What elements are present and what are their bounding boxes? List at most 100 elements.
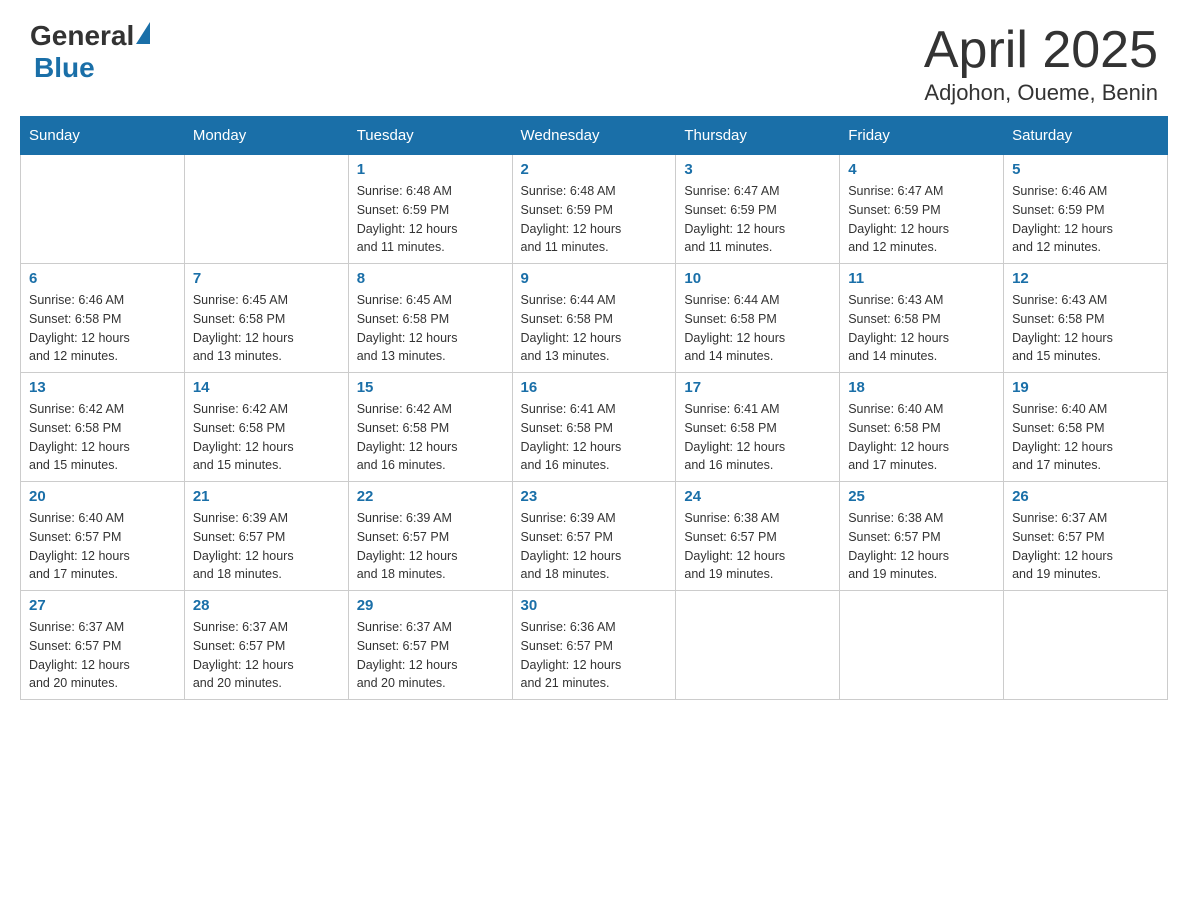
day-info: Sunrise: 6:38 AM Sunset: 6:57 PM Dayligh…	[848, 509, 995, 584]
weekday-header-tuesday: Tuesday	[348, 117, 512, 155]
day-number: 25	[848, 488, 995, 505]
calendar-week-5: 27 Sunrise: 6:37 AM Sunset: 6:57 PM Dayli…	[21, 591, 1168, 700]
day-info: Sunrise: 6:39 AM Sunset: 6:57 PM Dayligh…	[357, 509, 504, 584]
calendar-table: SundayMondayTuesdayWednesdayThursdayFrid…	[20, 116, 1168, 700]
calendar-cell	[21, 155, 185, 264]
calendar-cell: 1 Sunrise: 6:48 AM Sunset: 6:59 PM Daylig…	[348, 155, 512, 264]
day-number: 28	[193, 597, 340, 614]
logo: General Blue	[30, 20, 150, 84]
day-info: Sunrise: 6:39 AM Sunset: 6:57 PM Dayligh…	[521, 509, 668, 584]
calendar-week-4: 20 Sunrise: 6:40 AM Sunset: 6:57 PM Dayli…	[21, 482, 1168, 591]
weekday-header-wednesday: Wednesday	[512, 117, 676, 155]
day-number: 10	[684, 270, 831, 287]
calendar-cell: 21 Sunrise: 6:39 AM Sunset: 6:57 PM Dayli…	[184, 482, 348, 591]
day-info: Sunrise: 6:39 AM Sunset: 6:57 PM Dayligh…	[193, 509, 340, 584]
calendar-cell: 10 Sunrise: 6:44 AM Sunset: 6:58 PM Dayli…	[676, 264, 840, 373]
day-number: 30	[521, 597, 668, 614]
day-number: 19	[1012, 379, 1159, 396]
calendar-cell: 9 Sunrise: 6:44 AM Sunset: 6:58 PM Daylig…	[512, 264, 676, 373]
day-info: Sunrise: 6:48 AM Sunset: 6:59 PM Dayligh…	[357, 182, 504, 257]
day-info: Sunrise: 6:45 AM Sunset: 6:58 PM Dayligh…	[193, 291, 340, 366]
calendar-cell	[1004, 591, 1168, 700]
day-number: 13	[29, 379, 176, 396]
calendar-cell: 22 Sunrise: 6:39 AM Sunset: 6:57 PM Dayli…	[348, 482, 512, 591]
calendar-cell: 13 Sunrise: 6:42 AM Sunset: 6:58 PM Dayli…	[21, 373, 185, 482]
day-number: 8	[357, 270, 504, 287]
weekday-header-saturday: Saturday	[1004, 117, 1168, 155]
day-info: Sunrise: 6:42 AM Sunset: 6:58 PM Dayligh…	[357, 400, 504, 475]
day-number: 23	[521, 488, 668, 505]
day-info: Sunrise: 6:46 AM Sunset: 6:59 PM Dayligh…	[1012, 182, 1159, 257]
calendar-cell: 6 Sunrise: 6:46 AM Sunset: 6:58 PM Daylig…	[21, 264, 185, 373]
day-info: Sunrise: 6:40 AM Sunset: 6:58 PM Dayligh…	[848, 400, 995, 475]
day-info: Sunrise: 6:44 AM Sunset: 6:58 PM Dayligh…	[521, 291, 668, 366]
calendar-cell: 4 Sunrise: 6:47 AM Sunset: 6:59 PM Daylig…	[840, 155, 1004, 264]
day-number: 1	[357, 161, 504, 178]
day-number: 26	[1012, 488, 1159, 505]
day-info: Sunrise: 6:40 AM Sunset: 6:58 PM Dayligh…	[1012, 400, 1159, 475]
logo-blue-text: Blue	[34, 52, 150, 84]
location-title: Adjohon, Oueme, Benin	[924, 80, 1158, 106]
calendar-cell: 11 Sunrise: 6:43 AM Sunset: 6:58 PM Dayli…	[840, 264, 1004, 373]
day-info: Sunrise: 6:40 AM Sunset: 6:57 PM Dayligh…	[29, 509, 176, 584]
day-number: 29	[357, 597, 504, 614]
calendar-cell: 15 Sunrise: 6:42 AM Sunset: 6:58 PM Dayli…	[348, 373, 512, 482]
calendar-week-1: 1 Sunrise: 6:48 AM Sunset: 6:59 PM Daylig…	[21, 155, 1168, 264]
day-number: 4	[848, 161, 995, 178]
calendar-cell: 24 Sunrise: 6:38 AM Sunset: 6:57 PM Dayli…	[676, 482, 840, 591]
calendar-cell	[840, 591, 1004, 700]
calendar-cell: 18 Sunrise: 6:40 AM Sunset: 6:58 PM Dayli…	[840, 373, 1004, 482]
calendar-cell: 28Sunrise: 6:37 AM Sunset: 6:57 PM Dayli…	[184, 591, 348, 700]
month-year-title: April 2025	[924, 20, 1158, 80]
calendar-cell: 17 Sunrise: 6:41 AM Sunset: 6:58 PM Dayli…	[676, 373, 840, 482]
day-number: 7	[193, 270, 340, 287]
logo-triangle-icon	[136, 22, 150, 44]
day-info: Sunrise: 6:37 AM Sunset: 6:57 PM Dayligh…	[29, 618, 176, 693]
day-info: Sunrise: 6:37 AM Sunset: 6:57 PM Dayligh…	[357, 618, 504, 693]
calendar-cell: 19 Sunrise: 6:40 AM Sunset: 6:58 PM Dayli…	[1004, 373, 1168, 482]
day-info: Sunrise: 6:47 AM Sunset: 6:59 PM Dayligh…	[848, 182, 995, 257]
day-info: Sunrise: 6:44 AM Sunset: 6:58 PM Dayligh…	[684, 291, 831, 366]
calendar-cell: 30 Sunrise: 6:36 AM Sunset: 6:57 PM Dayli…	[512, 591, 676, 700]
day-number: 24	[684, 488, 831, 505]
calendar-cell: 29 Sunrise: 6:37 AM Sunset: 6:57 PM Dayli…	[348, 591, 512, 700]
day-number: 11	[848, 270, 995, 287]
day-info: Sunrise: 6:36 AM Sunset: 6:57 PM Dayligh…	[521, 618, 668, 693]
day-info: Sunrise: 6:46 AM Sunset: 6:58 PM Dayligh…	[29, 291, 176, 366]
day-info: Sunrise: 6:41 AM Sunset: 6:58 PM Dayligh…	[684, 400, 831, 475]
day-info: Sunrise: 6:43 AM Sunset: 6:58 PM Dayligh…	[848, 291, 995, 366]
day-info: Sunrise: 6:37 AM Sunset: 6:57 PM Dayligh…	[1012, 509, 1159, 584]
day-number: 27	[29, 597, 176, 614]
calendar-cell	[676, 591, 840, 700]
weekday-header-thursday: Thursday	[676, 117, 840, 155]
day-info: Sunrise: 6:48 AM Sunset: 6:59 PM Dayligh…	[521, 182, 668, 257]
day-number: 15	[357, 379, 504, 396]
page-header: General Blue April 2025 Adjohon, Oueme, …	[0, 0, 1188, 116]
day-number: 9	[521, 270, 668, 287]
day-number: 21	[193, 488, 340, 505]
day-number: 6	[29, 270, 176, 287]
day-number: 3	[684, 161, 831, 178]
day-number: 2	[521, 161, 668, 178]
day-number: 5	[1012, 161, 1159, 178]
calendar-week-2: 6 Sunrise: 6:46 AM Sunset: 6:58 PM Daylig…	[21, 264, 1168, 373]
weekday-header-row: SundayMondayTuesdayWednesdayThursdayFrid…	[21, 117, 1168, 155]
day-number: 20	[29, 488, 176, 505]
calendar-cell: 25 Sunrise: 6:38 AM Sunset: 6:57 PM Dayli…	[840, 482, 1004, 591]
calendar-cell	[184, 155, 348, 264]
calendar-cell: 14 Sunrise: 6:42 AM Sunset: 6:58 PM Dayli…	[184, 373, 348, 482]
calendar-cell: 7 Sunrise: 6:45 AM Sunset: 6:58 PM Daylig…	[184, 264, 348, 373]
calendar-cell: 8 Sunrise: 6:45 AM Sunset: 6:58 PM Daylig…	[348, 264, 512, 373]
day-info: Sunrise: 6:38 AM Sunset: 6:57 PM Dayligh…	[684, 509, 831, 584]
day-info: Sunrise: 6:42 AM Sunset: 6:58 PM Dayligh…	[29, 400, 176, 475]
day-info: Sunrise: 6:45 AM Sunset: 6:58 PM Dayligh…	[357, 291, 504, 366]
day-number: 14	[193, 379, 340, 396]
day-number: 18	[848, 379, 995, 396]
title-block: April 2025 Adjohon, Oueme, Benin	[924, 20, 1158, 106]
calendar-cell: 3Sunrise: 6:47 AM Sunset: 6:59 PM Daylig…	[676, 155, 840, 264]
calendar-cell: 16Sunrise: 6:41 AM Sunset: 6:58 PM Dayli…	[512, 373, 676, 482]
day-number: 22	[357, 488, 504, 505]
day-number: 17	[684, 379, 831, 396]
day-info: Sunrise: 6:42 AM Sunset: 6:58 PM Dayligh…	[193, 400, 340, 475]
weekday-header-sunday: Sunday	[21, 117, 185, 155]
